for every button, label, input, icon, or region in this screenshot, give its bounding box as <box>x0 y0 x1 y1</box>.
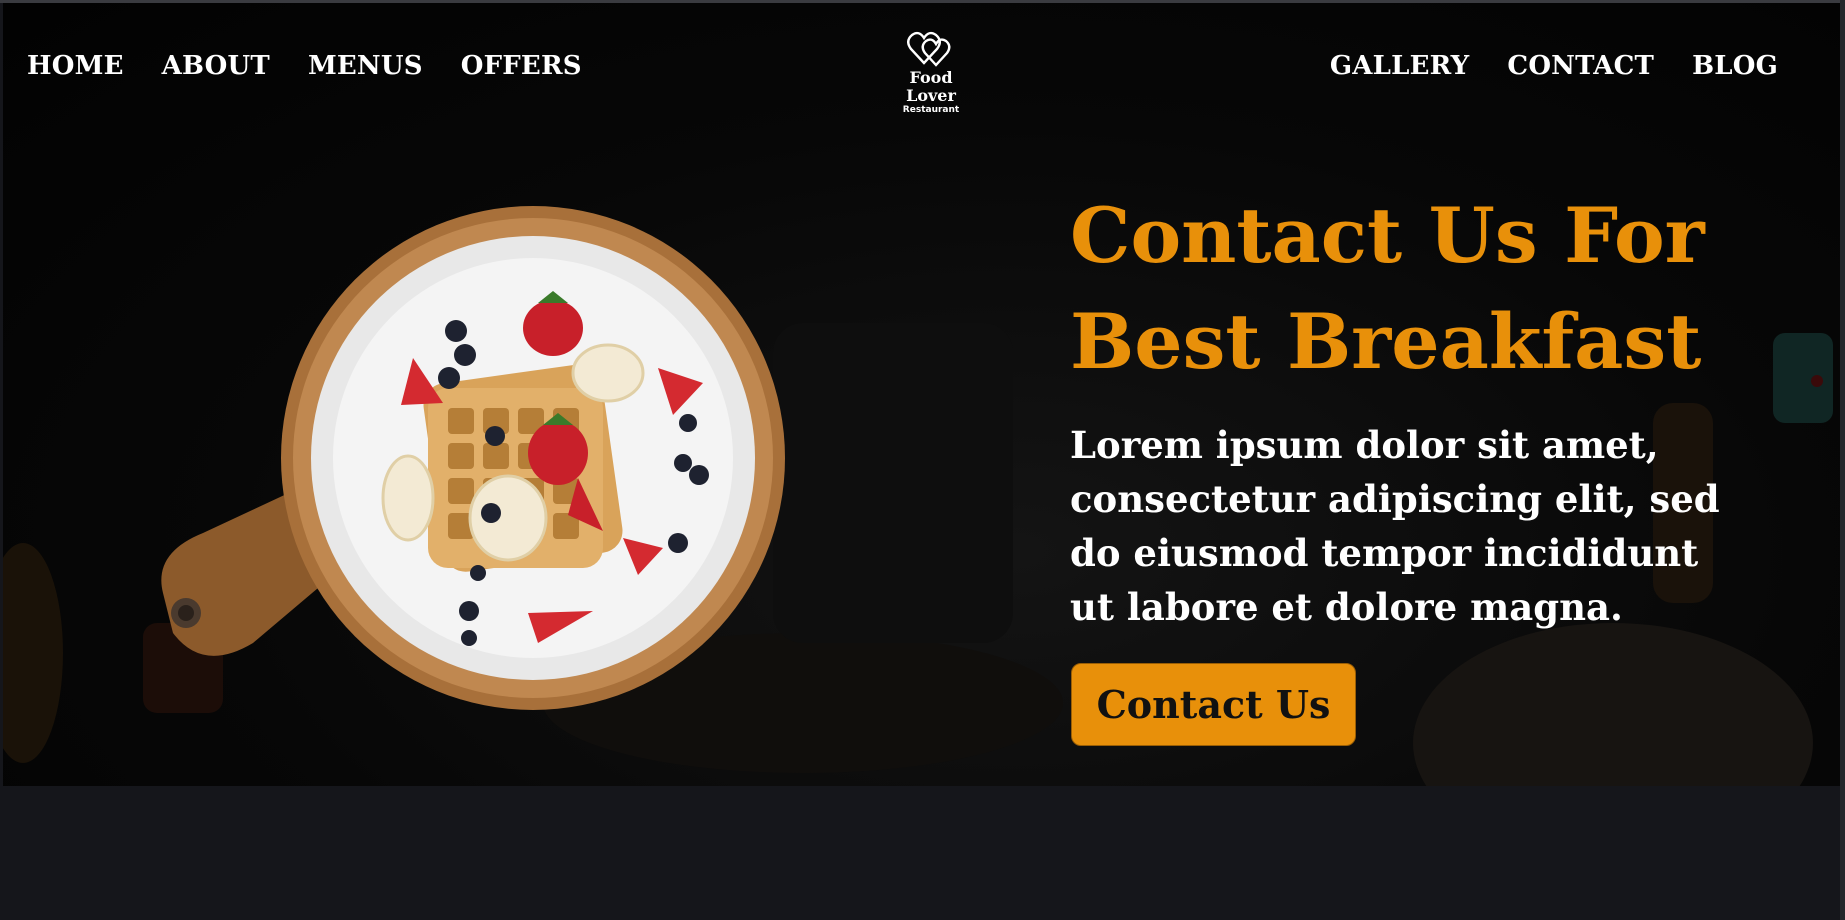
hero-headline: Contact Us For Best Breakfast <box>1070 191 1705 386</box>
site-logo[interactable]: Food Lover Restaurant <box>883 29 979 115</box>
hero-description: Lorem ipsum dolor sit amet, consectetur … <box>1070 423 1720 629</box>
nav-menus[interactable]: MENUS <box>308 51 423 81</box>
logo-name: Food Lover <box>906 68 956 105</box>
logo-subtitle: Restaurant <box>902 105 960 115</box>
nav-contact[interactable]: CONTACT <box>1507 51 1654 81</box>
double-heart-icon <box>907 31 951 67</box>
scrollbar-track[interactable] <box>1840 0 1845 920</box>
hero-section: HOME ABOUT MENUS OFFERS Food Lover Resta… <box>3 3 1840 786</box>
below-hero-section <box>3 786 1840 920</box>
nav-about[interactable]: ABOUT <box>162 51 270 81</box>
nav-gallery[interactable]: GALLERY <box>1330 51 1470 81</box>
contact-us-button[interactable]: Contact Us <box>1071 663 1356 746</box>
primary-nav-left: HOME ABOUT MENUS OFFERS <box>27 51 582 81</box>
nav-offers[interactable]: OFFERS <box>461 51 582 81</box>
nav-blog[interactable]: BLOG <box>1692 51 1778 81</box>
nav-home[interactable]: HOME <box>27 51 124 81</box>
primary-nav-right: GALLERY CONTACT BLOG <box>1330 51 1778 81</box>
hero-food-image <box>161 206 785 710</box>
